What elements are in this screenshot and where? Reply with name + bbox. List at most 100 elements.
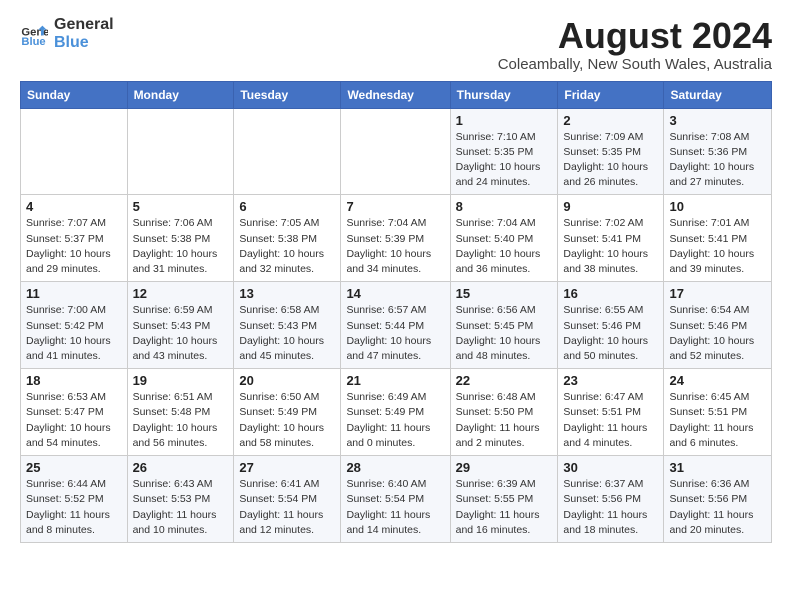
day-info: Sunrise: 7:10 AM Sunset: 5:35 PM Dayligh… xyxy=(456,130,553,191)
calendar-cell: 9 Sunrise: 7:02 AM Sunset: 5:41 PM Daylig… xyxy=(558,195,664,282)
calendar-cell: 27 Sunrise: 6:41 AM Sunset: 5:54 PM Dayli… xyxy=(234,456,341,543)
location-subtitle: Coleambally, New South Wales, Australia xyxy=(498,56,772,73)
calendar-cell: 15Sunrise: 6:56 AM Sunset: 5:45 PM Dayli… xyxy=(450,282,558,369)
day-info: Sunrise: 6:36 AM Sunset: 5:56 PM Dayligh… xyxy=(669,477,766,538)
calendar-header: SundayMondayTuesdayWednesdayThursdayFrid… xyxy=(21,81,772,108)
day-info: Sunrise: 6:58 AM Sunset: 5:43 PM Dayligh… xyxy=(239,303,335,364)
calendar-body: 1 Sunrise: 7:10 AM Sunset: 5:35 PM Daylig… xyxy=(21,108,772,542)
day-info: Sunrise: 7:04 AM Sunset: 5:40 PM Dayligh… xyxy=(456,216,553,277)
day-number: 14 xyxy=(346,286,444,301)
day-info: Sunrise: 7:04 AM Sunset: 5:39 PM Dayligh… xyxy=(346,216,444,277)
calendar-cell: 11 Sunrise: 7:00 AM Sunset: 5:42 PM Dayli… xyxy=(21,282,128,369)
page-header: General Blue General Blue August 2024 Co… xyxy=(20,16,772,73)
day-info: Sunrise: 7:08 AM Sunset: 5:36 PM Dayligh… xyxy=(669,130,766,191)
calendar-cell: 12 Sunrise: 6:59 AM Sunset: 5:43 PM Dayli… xyxy=(127,282,234,369)
weekday-header-row: SundayMondayTuesdayWednesdayThursdayFrid… xyxy=(21,81,772,108)
day-info: Sunrise: 7:02 AM Sunset: 5:41 PM Dayligh… xyxy=(563,216,658,277)
logo: General Blue General Blue xyxy=(20,16,114,51)
day-info: Sunrise: 6:51 AM Sunset: 5:48 PM Dayligh… xyxy=(133,390,229,451)
calendar-cell: 3 Sunrise: 7:08 AM Sunset: 5:36 PM Daylig… xyxy=(664,108,772,195)
calendar-cell: 25 Sunrise: 6:44 AM Sunset: 5:52 PM Dayli… xyxy=(21,456,128,543)
day-number: 23 xyxy=(563,373,658,388)
calendar-cell: 18 Sunrise: 6:53 AM Sunset: 5:47 PM Dayli… xyxy=(21,369,128,456)
day-number: 5 xyxy=(133,199,229,214)
day-number: 17 xyxy=(669,286,766,301)
day-number: 28 xyxy=(346,460,444,475)
day-info: Sunrise: 6:44 AM Sunset: 5:52 PM Dayligh… xyxy=(26,477,122,538)
calendar-cell: 28 Sunrise: 6:40 AM Sunset: 5:54 PM Dayli… xyxy=(341,456,450,543)
calendar-cell: 14Sunrise: 6:57 AM Sunset: 5:44 PM Dayli… xyxy=(341,282,450,369)
day-number: 8 xyxy=(456,199,553,214)
calendar-week-row: 25 Sunrise: 6:44 AM Sunset: 5:52 PM Dayli… xyxy=(21,456,772,543)
svg-text:Blue: Blue xyxy=(21,36,45,48)
day-number: 26 xyxy=(133,460,229,475)
calendar-cell: 31 Sunrise: 6:36 AM Sunset: 5:56 PM Dayli… xyxy=(664,456,772,543)
calendar-cell: 2Sunrise: 7:09 AM Sunset: 5:35 PM Daylig… xyxy=(558,108,664,195)
calendar-cell: 4Sunrise: 7:07 AM Sunset: 5:37 PM Daylig… xyxy=(21,195,128,282)
day-number: 25 xyxy=(26,460,122,475)
calendar-cell: 19Sunrise: 6:51 AM Sunset: 5:48 PM Dayli… xyxy=(127,369,234,456)
calendar-cell: 23 Sunrise: 6:47 AM Sunset: 5:51 PM Dayli… xyxy=(558,369,664,456)
calendar-cell: 26Sunrise: 6:43 AM Sunset: 5:53 PM Dayli… xyxy=(127,456,234,543)
day-number: 30 xyxy=(563,460,658,475)
weekday-header-friday: Friday xyxy=(558,81,664,108)
day-info: Sunrise: 7:06 AM Sunset: 5:38 PM Dayligh… xyxy=(133,216,229,277)
day-number: 29 xyxy=(456,460,553,475)
calendar-cell: 22Sunrise: 6:48 AM Sunset: 5:50 PM Dayli… xyxy=(450,369,558,456)
day-number: 31 xyxy=(669,460,766,475)
calendar-cell: 21 Sunrise: 6:49 AM Sunset: 5:49 PM Dayli… xyxy=(341,369,450,456)
day-number: 11 xyxy=(26,286,122,301)
calendar-cell: 20 Sunrise: 6:50 AM Sunset: 5:49 PM Dayli… xyxy=(234,369,341,456)
day-number: 18 xyxy=(26,373,122,388)
day-number: 15 xyxy=(456,286,553,301)
calendar-cell xyxy=(21,108,128,195)
day-info: Sunrise: 6:40 AM Sunset: 5:54 PM Dayligh… xyxy=(346,477,444,538)
day-number: 24 xyxy=(669,373,766,388)
day-info: Sunrise: 6:53 AM Sunset: 5:47 PM Dayligh… xyxy=(26,390,122,451)
day-info: Sunrise: 7:01 AM Sunset: 5:41 PM Dayligh… xyxy=(669,216,766,277)
calendar-cell: 7Sunrise: 7:04 AM Sunset: 5:39 PM Daylig… xyxy=(341,195,450,282)
day-info: Sunrise: 7:00 AM Sunset: 5:42 PM Dayligh… xyxy=(26,303,122,364)
day-info: Sunrise: 6:50 AM Sunset: 5:49 PM Dayligh… xyxy=(239,390,335,451)
weekday-header-sunday: Sunday xyxy=(21,81,128,108)
day-number: 21 xyxy=(346,373,444,388)
month-year-title: August 2024 xyxy=(498,16,772,56)
calendar-cell: 29Sunrise: 6:39 AM Sunset: 5:55 PM Dayli… xyxy=(450,456,558,543)
day-info: Sunrise: 6:59 AM Sunset: 5:43 PM Dayligh… xyxy=(133,303,229,364)
weekday-header-tuesday: Tuesday xyxy=(234,81,341,108)
calendar-cell: 1 Sunrise: 7:10 AM Sunset: 5:35 PM Daylig… xyxy=(450,108,558,195)
day-number: 20 xyxy=(239,373,335,388)
weekday-header-saturday: Saturday xyxy=(664,81,772,108)
day-info: Sunrise: 6:45 AM Sunset: 5:51 PM Dayligh… xyxy=(669,390,766,451)
day-number: 6 xyxy=(239,199,335,214)
calendar-cell xyxy=(341,108,450,195)
day-number: 12 xyxy=(133,286,229,301)
day-info: Sunrise: 7:07 AM Sunset: 5:37 PM Dayligh… xyxy=(26,216,122,277)
calendar-cell xyxy=(127,108,234,195)
day-number: 27 xyxy=(239,460,335,475)
calendar-week-row: 11 Sunrise: 7:00 AM Sunset: 5:42 PM Dayli… xyxy=(21,282,772,369)
calendar-cell: 13Sunrise: 6:58 AM Sunset: 5:43 PM Dayli… xyxy=(234,282,341,369)
calendar-week-row: 18 Sunrise: 6:53 AM Sunset: 5:47 PM Dayli… xyxy=(21,369,772,456)
weekday-header-thursday: Thursday xyxy=(450,81,558,108)
day-number: 10 xyxy=(669,199,766,214)
day-info: Sunrise: 6:47 AM Sunset: 5:51 PM Dayligh… xyxy=(563,390,658,451)
day-number: 16 xyxy=(563,286,658,301)
day-info: Sunrise: 6:48 AM Sunset: 5:50 PM Dayligh… xyxy=(456,390,553,451)
day-info: Sunrise: 6:41 AM Sunset: 5:54 PM Dayligh… xyxy=(239,477,335,538)
day-number: 2 xyxy=(563,113,658,128)
day-number: 3 xyxy=(669,113,766,128)
day-number: 1 xyxy=(456,113,553,128)
day-info: Sunrise: 6:55 AM Sunset: 5:46 PM Dayligh… xyxy=(563,303,658,364)
calendar-cell: 30Sunrise: 6:37 AM Sunset: 5:56 PM Dayli… xyxy=(558,456,664,543)
calendar-week-row: 1 Sunrise: 7:10 AM Sunset: 5:35 PM Daylig… xyxy=(21,108,772,195)
day-number: 9 xyxy=(563,199,658,214)
day-info: Sunrise: 6:49 AM Sunset: 5:49 PM Dayligh… xyxy=(346,390,444,451)
weekday-header-monday: Monday xyxy=(127,81,234,108)
title-block: August 2024 Coleambally, New South Wales… xyxy=(498,16,772,73)
day-info: Sunrise: 7:05 AM Sunset: 5:38 PM Dayligh… xyxy=(239,216,335,277)
logo-icon: General Blue xyxy=(20,20,48,48)
calendar-cell: 24 Sunrise: 6:45 AM Sunset: 5:51 PM Dayli… xyxy=(664,369,772,456)
calendar-cell: 6 Sunrise: 7:05 AM Sunset: 5:38 PM Daylig… xyxy=(234,195,341,282)
day-info: Sunrise: 6:54 AM Sunset: 5:46 PM Dayligh… xyxy=(669,303,766,364)
